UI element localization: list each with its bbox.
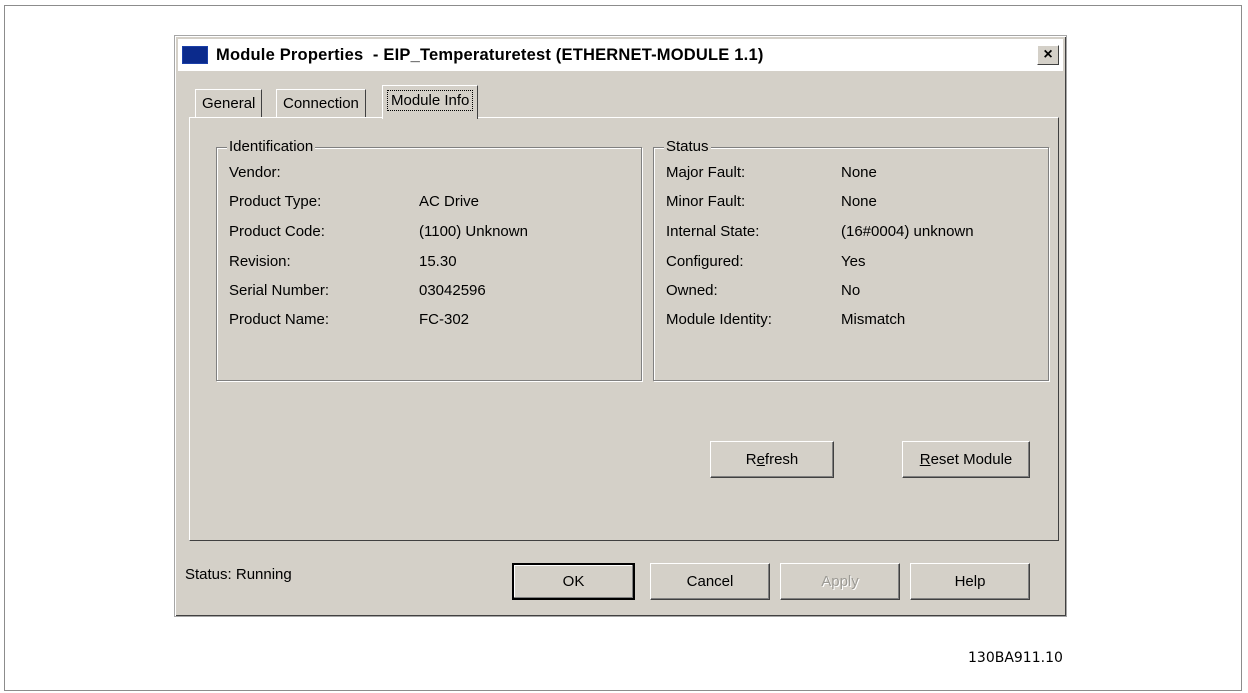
module-identity-value: Mismatch [841, 311, 906, 328]
help-button[interactable]: Help [910, 563, 1030, 600]
tab-connection[interactable]: Connection [276, 89, 366, 117]
refresh-button[interactable]: Refresh [710, 441, 834, 478]
tab-general[interactable]: General [195, 89, 263, 117]
minor-fault-value: None [841, 193, 877, 210]
reset-label-rest: eset Module [930, 451, 1013, 468]
refresh-label-accel: e [756, 451, 765, 468]
minor-fault-label: Minor Fault: [666, 193, 746, 210]
module-identity-label: Module Identity: [666, 311, 772, 328]
apply-button[interactable]: Apply [780, 563, 900, 600]
tab-module-info-label: Module Info [386, 90, 474, 111]
major-fault-label: Major Fault: [666, 164, 746, 181]
dialog-title: Module Properties - EIP_Temperaturetest … [216, 46, 764, 64]
ok-button[interactable]: OK [512, 563, 635, 600]
major-fault-value: None [841, 164, 877, 181]
reset-label-accel: R [919, 451, 931, 468]
serial-number-value: 03042596 [419, 282, 486, 299]
revision-value: 15.30 [419, 253, 457, 270]
owned-value: No [841, 282, 861, 299]
product-name-label: Product Name: [229, 311, 330, 328]
configured-value: Yes [841, 253, 866, 270]
product-code-value: (1100) Unknown [419, 223, 528, 240]
reset-module-button[interactable]: Reset Module [902, 441, 1030, 478]
tab-general-label: General [202, 95, 256, 112]
configured-label: Configured: [666, 253, 744, 270]
internal-state-value: (16#0004) unknown [841, 223, 974, 240]
cancel-button[interactable]: Cancel [650, 563, 770, 600]
refresh-label-r: R [745, 451, 757, 468]
refresh-label-rest: fresh [764, 451, 799, 468]
identification-title: Identification [227, 138, 316, 155]
revision-label: Revision: [229, 253, 291, 270]
vendor-label: Vendor: [229, 164, 281, 181]
tab-module-info[interactable]: Module Info [382, 85, 479, 119]
close-button[interactable]: × [1037, 45, 1059, 65]
figure-code: 130BA911.10 [968, 650, 1063, 666]
product-type-value: AC Drive [419, 193, 480, 210]
internal-state-label: Internal State: [666, 223, 760, 240]
product-type-label: Product Type: [229, 193, 322, 210]
product-name-value: FC-302 [419, 311, 470, 328]
owned-label: Owned: [666, 282, 718, 299]
tab-connection-label: Connection [283, 95, 359, 112]
window-icon [182, 46, 208, 64]
status-text: Status: Running [185, 566, 292, 583]
product-code-label: Product Code: [229, 223, 325, 240]
title-bar: Module Properties - EIP_Temperaturetest … [178, 39, 1063, 71]
module-properties-dialog: Module Properties - EIP_Temperaturetest … [174, 35, 1067, 617]
serial-number-label: Serial Number: [229, 282, 330, 299]
module-info-panel: Identification Status Vendor: Product Ty… [189, 117, 1059, 541]
status-group-title: Status [664, 138, 711, 155]
